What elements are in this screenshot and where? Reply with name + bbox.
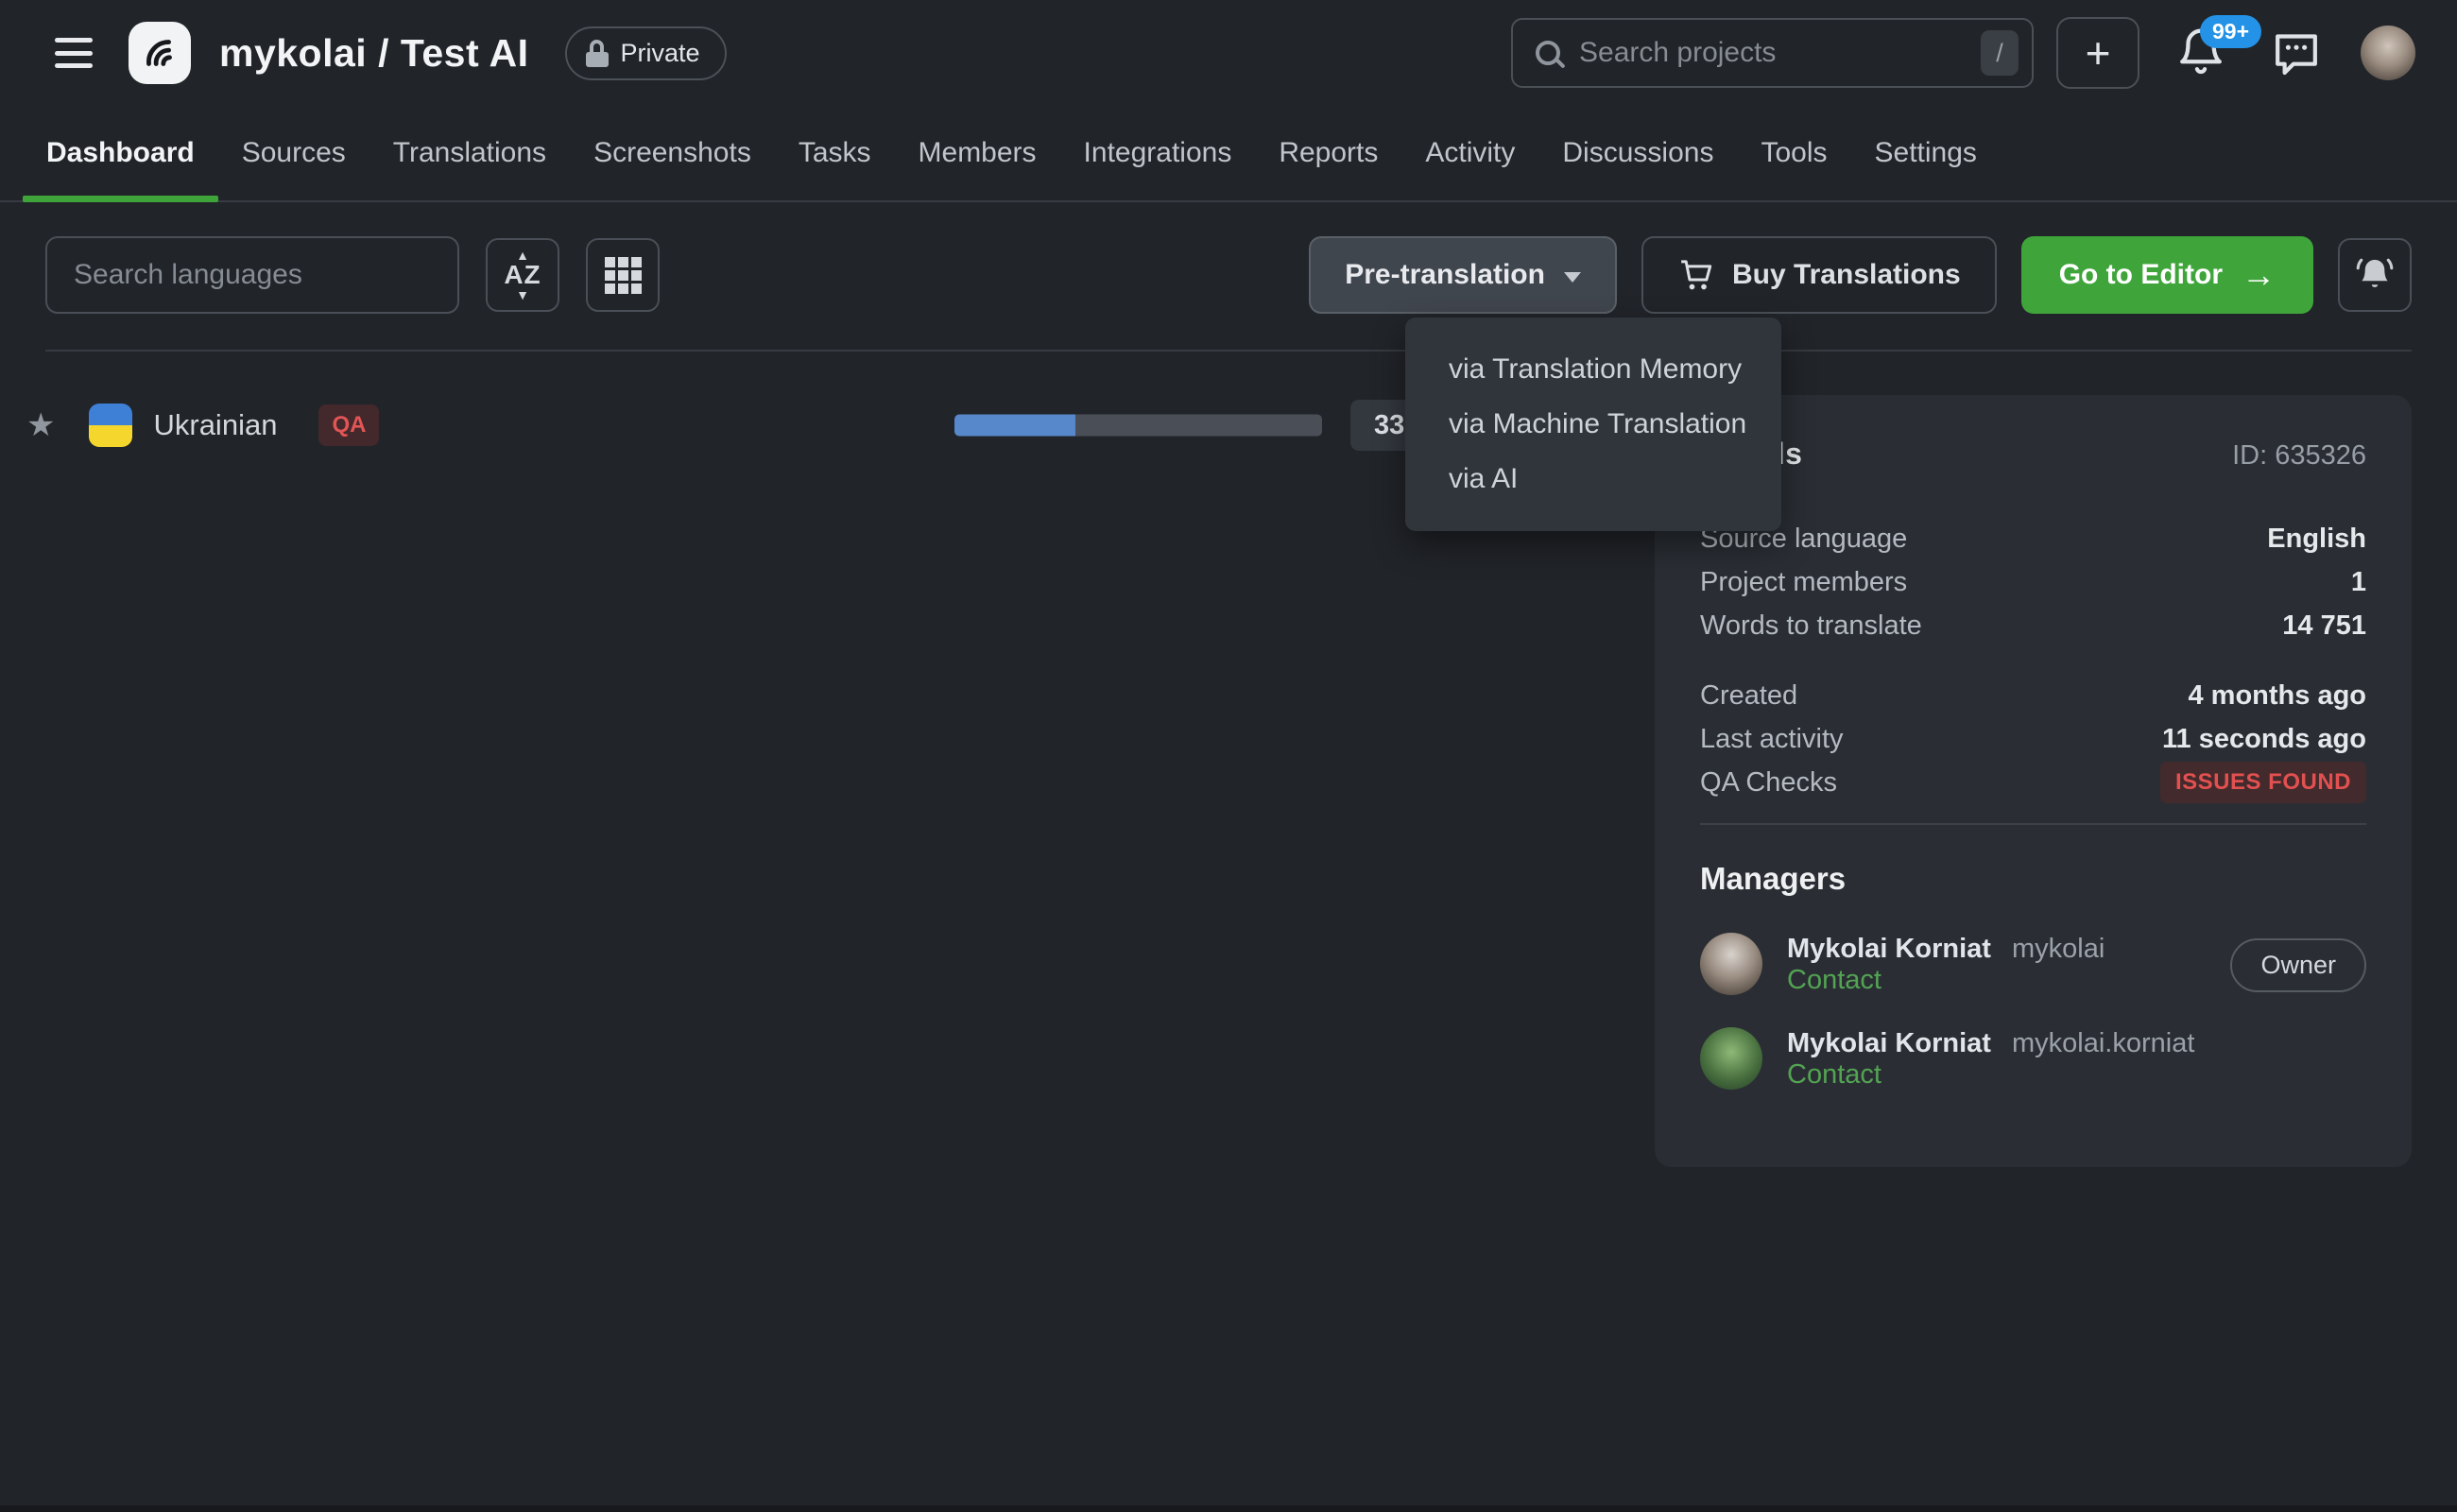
tab-screenshots[interactable]: Screenshots — [570, 106, 775, 200]
bottom-edge — [0, 1505, 2457, 1512]
tab-discussions[interactable]: Discussions — [1538, 106, 1737, 200]
tab-tasks[interactable]: Tasks — [775, 106, 895, 200]
sort-button[interactable]: ▲ AZ ▼ — [486, 238, 559, 312]
notifications-count-badge: 99+ — [2200, 15, 2261, 48]
user-avatar[interactable] — [2361, 26, 2415, 80]
privacy-label: Private — [621, 39, 700, 68]
search-icon — [1536, 41, 1560, 65]
buy-translations-label: Buy Translations — [1732, 259, 1961, 291]
detail-row-project-members: Project members 1 — [1700, 560, 2366, 604]
project-search: / — [1511, 18, 2034, 88]
detail-row-qa-checks: QA Checks ISSUES FOUND — [1700, 761, 2366, 804]
manager-name[interactable]: Mykolai Korniat — [1787, 1028, 1991, 1058]
chat-icon — [2270, 26, 2323, 79]
detail-row-last-activity: Last activity 11 seconds ago — [1700, 717, 2366, 761]
tab-settings[interactable]: Settings — [1851, 106, 2001, 200]
translation-progress-bar — [954, 415, 1322, 437]
language-search-input[interactable] — [74, 238, 431, 312]
qa-issues-badge[interactable]: QA — [318, 404, 379, 446]
contact-link[interactable]: Contact — [1787, 965, 2105, 996]
buy-translations-button[interactable]: Buy Translations — [1641, 236, 1997, 314]
grid-view-button[interactable] — [586, 238, 660, 312]
lock-icon — [586, 40, 609, 66]
grid-icon — [605, 257, 642, 294]
search-input[interactable] — [1579, 37, 1981, 69]
row-label: Created — [1700, 680, 1797, 712]
panel-divider — [1700, 823, 2366, 825]
manager-row: Mykolai Korniat mykolai.korniat Contact — [1700, 1027, 2366, 1091]
bird-logo-icon — [138, 31, 181, 75]
tab-reports[interactable]: Reports — [1255, 106, 1401, 200]
go-to-editor-label: Go to Editor — [2059, 259, 2223, 291]
row-value: 11 seconds ago — [2162, 724, 2366, 755]
favorite-star-icon[interactable]: ★ — [26, 406, 55, 444]
owner-role-badge: Owner — [2230, 938, 2366, 992]
project-id: ID: 635326 — [2232, 440, 2366, 472]
pretranslation-menu: via Translation Memory via Machine Trans… — [1405, 318, 1781, 531]
go-to-editor-button[interactable]: Go to Editor → — [2021, 236, 2313, 314]
project-nav-tabs: Dashboard Sources Translations Screensho… — [0, 106, 2457, 202]
manager-avatar[interactable] — [1700, 1027, 1762, 1090]
tab-members[interactable]: Members — [895, 106, 1060, 200]
detail-row-source-language: Source language English — [1700, 517, 2366, 560]
language-notifications-button[interactable] — [2338, 238, 2412, 312]
top-header: mykolai / Test AI Private / + 99+ — [0, 0, 2457, 106]
ukraine-flag-icon — [89, 404, 132, 447]
tab-translations[interactable]: Translations — [369, 106, 570, 200]
arrow-right-icon: → — [2242, 255, 2276, 295]
sort-az-icon: ▲ AZ ▼ — [504, 249, 541, 301]
menu-item-via-machine-translation[interactable]: via Machine Translation — [1405, 397, 1781, 452]
row-value: English — [2267, 524, 2366, 555]
bell-ring-icon — [2354, 254, 2396, 296]
row-label: Project members — [1700, 567, 1907, 598]
row-label: Words to translate — [1700, 610, 1922, 642]
managers-title: Managers — [1700, 861, 2366, 897]
detail-row-created: Created 4 months ago — [1700, 674, 2366, 717]
tab-sources[interactable]: Sources — [218, 106, 369, 200]
language-name[interactable]: Ukrainian — [153, 408, 277, 442]
row-value: 1 — [2351, 567, 2366, 598]
dashboard-toolbar: ▲ AZ ▼ Pre-translation Buy Translations … — [0, 236, 2457, 314]
row-label: QA Checks — [1700, 767, 1837, 799]
manager-username: mykolai — [2012, 934, 2105, 964]
manager-avatar[interactable] — [1700, 933, 1762, 995]
crowdin-logo[interactable] — [129, 22, 191, 84]
detail-row-words-to-translate: Words to translate 14 751 — [1700, 604, 2366, 647]
search-shortcut-key: / — [1981, 30, 2019, 76]
messages-button[interactable] — [2270, 26, 2323, 79]
tab-integrations[interactable]: Integrations — [1060, 106, 1256, 200]
manager-name[interactable]: Mykolai Korniat — [1787, 934, 1991, 964]
tab-tools[interactable]: Tools — [1737, 106, 1850, 200]
progress-fill — [954, 415, 1075, 437]
pretranslation-dropdown-button[interactable]: Pre-translation — [1309, 236, 1617, 314]
tab-activity[interactable]: Activity — [1401, 106, 1538, 200]
language-search — [45, 236, 459, 314]
chevron-down-icon — [1564, 272, 1581, 283]
manager-username: mykolai.korniat — [2012, 1028, 2194, 1058]
menu-item-via-ai[interactable]: via AI — [1405, 452, 1781, 507]
notifications-button[interactable]: 99+ — [2175, 23, 2232, 83]
privacy-badge: Private — [565, 26, 727, 80]
hamburger-menu-icon[interactable] — [55, 38, 93, 68]
row-label: Last activity — [1700, 724, 1844, 755]
row-value: 14 751 — [2282, 610, 2366, 642]
tab-dashboard[interactable]: Dashboard — [23, 106, 218, 200]
manager-row: Mykolai Korniat mykolai Contact Owner — [1700, 933, 2366, 997]
menu-item-via-translation-memory[interactable]: via Translation Memory — [1405, 342, 1781, 397]
pretranslation-label: Pre-translation — [1345, 259, 1545, 291]
cart-icon — [1677, 256, 1715, 294]
row-value: 4 months ago — [2188, 680, 2366, 712]
project-title: mykolai / Test AI — [219, 31, 529, 76]
issues-found-badge[interactable]: ISSUES FOUND — [2160, 762, 2366, 803]
create-project-button[interactable]: + — [2056, 17, 2139, 89]
contact-link[interactable]: Contact — [1787, 1059, 2194, 1091]
toolbar-divider — [45, 350, 2412, 352]
